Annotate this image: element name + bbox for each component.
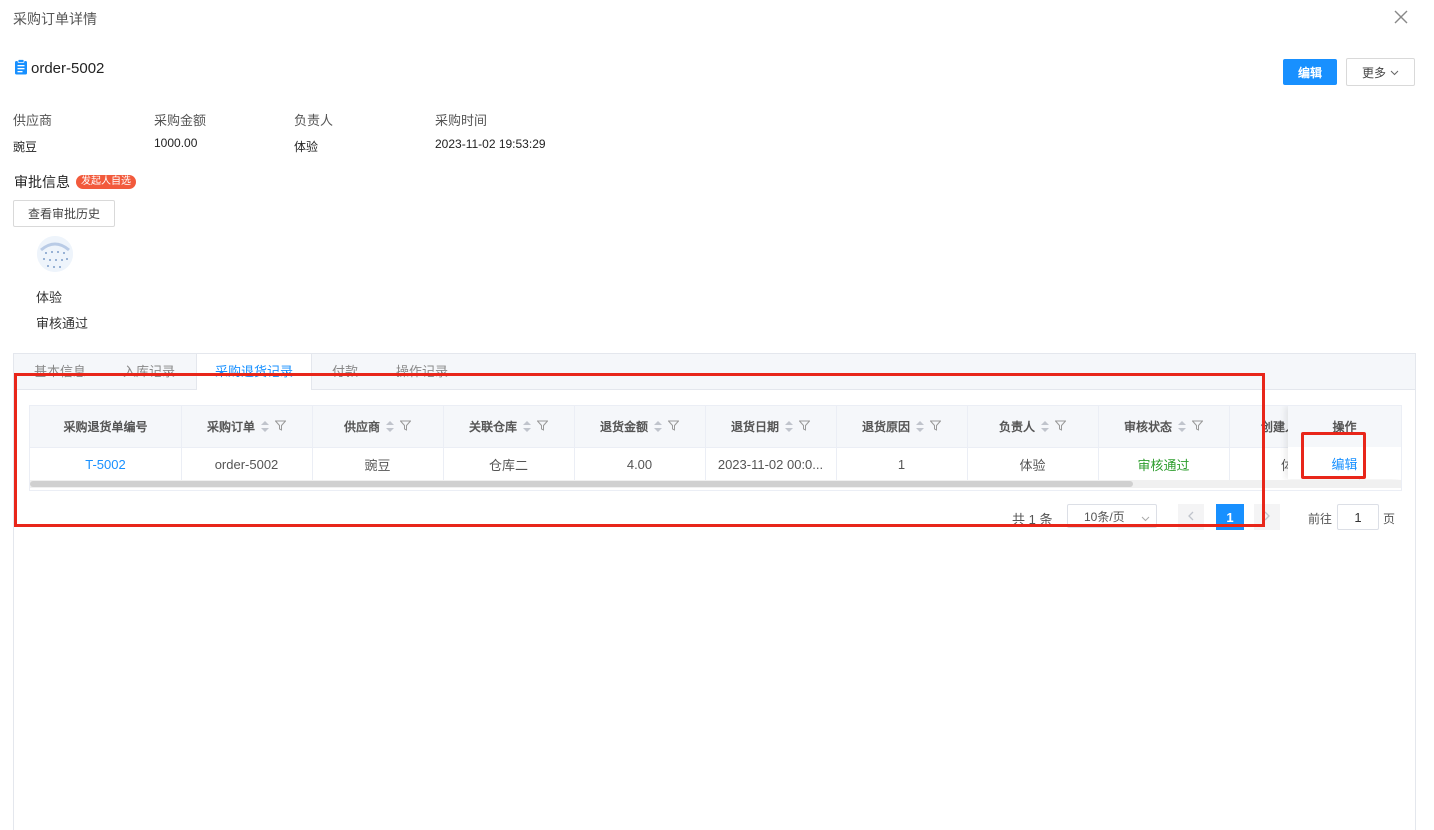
filter-icon[interactable]	[1191, 420, 1204, 434]
table-header: 采购退货单编号 采购订单 供应商 关联仓库 退货金额 退货日期 退货原因 负责人…	[30, 406, 1401, 447]
column-header[interactable]: 退货原因	[836, 406, 968, 447]
sort-icon[interactable]	[386, 421, 394, 432]
cell-status: 审核通过	[1098, 448, 1230, 480]
filter-icon[interactable]	[536, 420, 549, 434]
avatar	[37, 236, 73, 272]
tab-operation-log[interactable]: 操作记录	[396, 354, 448, 389]
cell-date: 2023-11-02 00:0...	[705, 448, 837, 480]
sort-icon[interactable]	[523, 421, 531, 432]
edit-button[interactable]: 编辑	[1283, 59, 1337, 85]
chevron-down-icon	[1141, 511, 1150, 525]
info-value: 1000.00	[154, 136, 198, 150]
view-approval-history-button[interactable]: 查看审批历史	[13, 200, 115, 227]
scrollbar-thumb[interactable]	[30, 481, 1133, 487]
chevron-left-icon	[1188, 510, 1194, 524]
info-label: 供应商	[13, 113, 53, 128]
column-label: 退货日期	[730, 420, 779, 434]
filter-icon[interactable]	[274, 420, 287, 434]
info-value: 豌豆	[13, 140, 38, 154]
sort-icon[interactable]	[261, 421, 269, 432]
column-label: 采购订单	[206, 420, 255, 434]
page-size-value: 10条/页	[1084, 509, 1125, 524]
row-edit-link[interactable]: 编辑	[1288, 448, 1401, 479]
column-header[interactable]: 审核状态	[1098, 406, 1230, 447]
next-page-button[interactable]	[1254, 504, 1280, 530]
page-number-button[interactable]: 1	[1216, 504, 1244, 530]
dialog-title: 采购订单详情	[13, 11, 97, 27]
table-row[interactable]: T-5002 order-5002 豌豆 仓库二 4.00 2023-11-02…	[30, 447, 1401, 480]
info-amount: 采购金额 1000.00	[154, 110, 206, 150]
column-label: 关联仓库	[468, 420, 517, 434]
goto-page-input[interactable]	[1337, 504, 1379, 530]
info-label: 采购时间	[435, 113, 488, 128]
goto-label: 前往	[1308, 512, 1333, 526]
cell-amount: 4.00	[574, 448, 706, 480]
sort-icon[interactable]	[1041, 421, 1049, 432]
column-header[interactable]: 退货金额	[574, 406, 706, 447]
approval-tag: 发起人自选	[76, 175, 136, 189]
order-title: order-5002	[31, 60, 105, 77]
info-label: 采购金额	[154, 113, 207, 128]
more-button[interactable]: 更多	[1346, 58, 1415, 86]
tabs-panel: 基本信息 入库记录 采购退货记录 付款 操作记录 采购退货单编号 采购订单 供应…	[13, 353, 1416, 830]
pagination-total: 共 1 条	[1012, 512, 1053, 527]
filter-icon[interactable]	[798, 420, 811, 434]
order-header: order-5002	[14, 59, 104, 78]
column-label: 负责人	[998, 420, 1035, 434]
cell-warehouse: 仓库二	[443, 448, 575, 480]
return-no-link[interactable]: T-5002	[30, 448, 182, 480]
sort-icon[interactable]	[785, 421, 793, 432]
chevron-down-icon	[1390, 65, 1399, 79]
column-header[interactable]: 关联仓库	[443, 406, 575, 447]
sort-icon[interactable]	[654, 421, 662, 432]
cell-owner: 体验	[967, 448, 1099, 480]
info-value: 2023-11-02 19:53:29	[435, 137, 546, 151]
chevron-right-icon	[1264, 510, 1270, 524]
column-header-action: 操作	[1288, 406, 1401, 447]
column-label: 退货原因	[861, 420, 910, 434]
filter-icon[interactable]	[399, 420, 412, 434]
column-header[interactable]: 供应商	[312, 406, 444, 447]
cell-reason: 1	[836, 448, 968, 480]
column-label: 退货金额	[599, 420, 648, 434]
goto-suffix: 页	[1383, 512, 1396, 526]
info-label: 负责人	[294, 113, 334, 128]
approval-section-title: 审批信息 发起人自选	[14, 172, 136, 192]
approver-name: 体验	[36, 290, 63, 305]
tab-return-records[interactable]: 采购退货记录	[196, 354, 313, 390]
fixed-action-column: 操作 编辑	[1288, 406, 1401, 479]
page-size-select[interactable]: 10条/页	[1067, 504, 1157, 528]
filter-icon[interactable]	[1054, 420, 1067, 434]
tab-payment[interactable]: 付款	[332, 354, 358, 389]
clipboard-icon	[14, 59, 28, 78]
tab-basic-info[interactable]: 基本信息	[34, 354, 86, 389]
tab-inbound-records[interactable]: 入库记录	[123, 354, 175, 389]
return-records-table: 采购退货单编号 采购订单 供应商 关联仓库 退货金额 退货日期 退货原因 负责人…	[29, 405, 1402, 491]
sort-icon[interactable]	[916, 421, 924, 432]
column-header[interactable]: 退货日期	[705, 406, 837, 447]
column-label: 采购退货单编号	[63, 420, 148, 434]
column-header[interactable]: 负责人	[967, 406, 1099, 447]
close-icon[interactable]	[1390, 6, 1412, 28]
approver-status: 审核通过	[36, 316, 89, 331]
prev-page-button[interactable]	[1178, 504, 1204, 530]
tab-bar: 基本信息 入库记录 采购退货记录 付款 操作记录	[14, 354, 1415, 390]
column-label: 供应商	[343, 420, 380, 434]
approval-title: 审批信息	[14, 174, 70, 190]
column-header[interactable]: 采购退货单编号	[30, 406, 182, 447]
column-header[interactable]: 采购订单	[181, 406, 313, 447]
cell-order: order-5002	[181, 448, 313, 480]
filter-icon[interactable]	[667, 420, 680, 434]
info-owner: 负责人 体验	[294, 110, 333, 155]
horizontal-scrollbar[interactable]	[30, 480, 1401, 488]
cell-supplier: 豌豆	[312, 448, 444, 480]
info-supplier: 供应商 豌豆	[13, 110, 52, 155]
info-time: 采购时间 2023-11-02 19:53:29	[435, 110, 546, 151]
sort-icon[interactable]	[1178, 421, 1186, 432]
column-label: 审核状态	[1123, 420, 1172, 434]
filter-icon[interactable]	[929, 420, 942, 434]
more-label: 更多	[1361, 65, 1386, 80]
info-value: 体验	[294, 140, 319, 154]
